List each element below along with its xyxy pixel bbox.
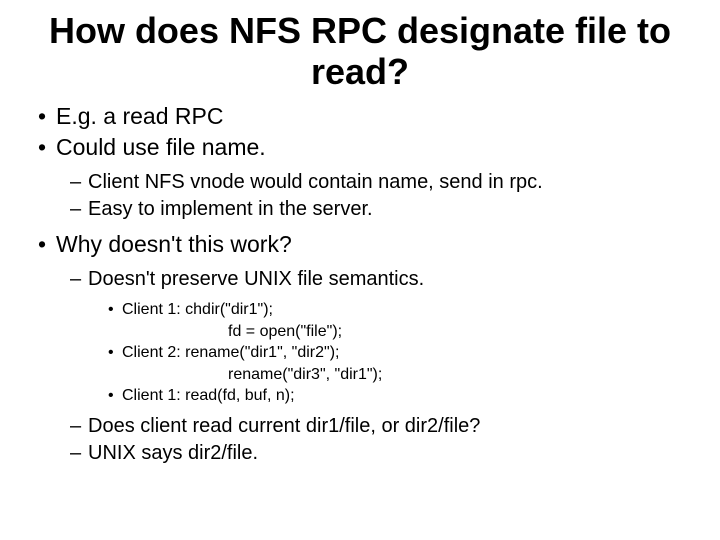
bullet-could-use-filename: Could use file name. [38, 132, 690, 163]
code-client1-open: fd = open("file"); [228, 321, 690, 343]
code-client2-rename1: Client 2: rename("dir1", "dir2"); [108, 342, 690, 364]
code-client1-read: Client 1: read(fd, buf, n); [108, 385, 690, 407]
bullet-why-not-work: Why doesn't this work? [38, 229, 690, 260]
sub-unix-answer: UNIX says dir2/file. [70, 440, 690, 467]
code-client1-chdir: Client 1: chdir("dir1"); [108, 299, 690, 321]
slide-title: How does NFS RPC designate file to read? [30, 10, 690, 93]
bullet-eg: E.g. a read RPC [38, 101, 690, 132]
sub-vnode-name: Client NFS vnode would contain name, sen… [70, 169, 690, 196]
code-client2-rename2: rename("dir3", "dir1"); [228, 364, 690, 386]
sub-easy-implement: Easy to implement in the server. [70, 196, 690, 223]
sub-unix-semantics: Doesn't preserve UNIX file semantics. [70, 266, 690, 293]
sub-which-dir: Does client read current dir1/file, or d… [70, 413, 690, 440]
